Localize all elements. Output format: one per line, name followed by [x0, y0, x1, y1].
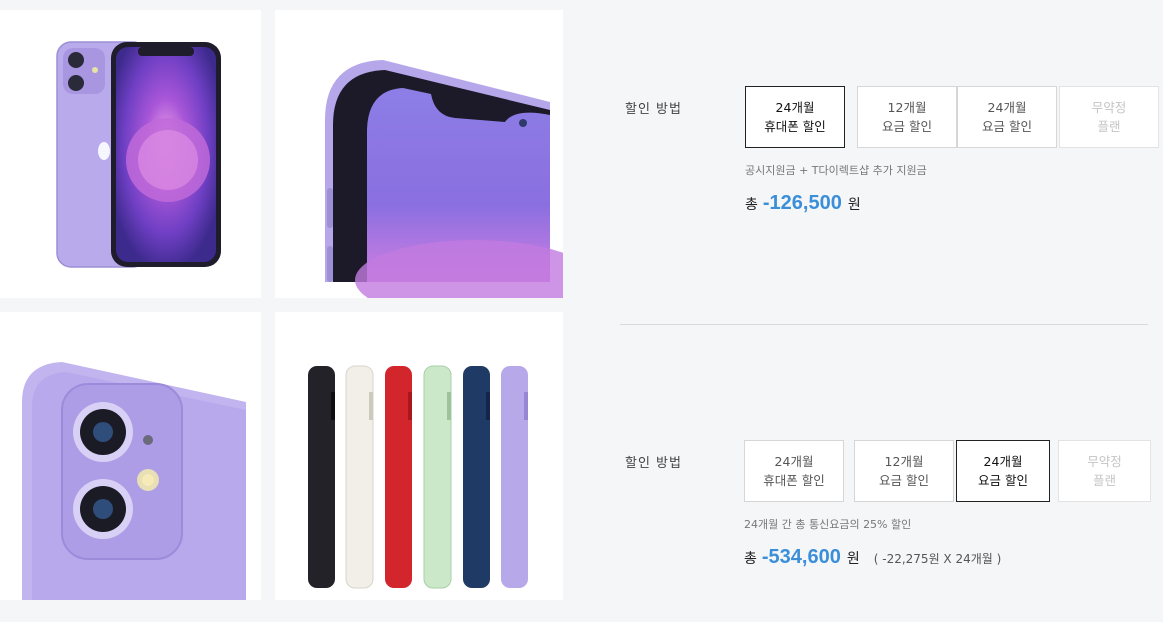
iphone-front-back-illustration: [56, 41, 221, 268]
phone-black: [308, 366, 335, 588]
total-prefix: 총: [744, 551, 757, 567]
option-line1: 24개월: [775, 100, 815, 115]
option-no-contract-plan[interactable]: 무약정 플랜: [1058, 440, 1151, 502]
option-line2: 요금 할인: [879, 473, 929, 488]
option-no-contract-plan[interactable]: 무약정 플랜: [1059, 86, 1159, 148]
option-line1: 12개월: [887, 100, 927, 115]
total-discount: 총 -534,600 원 ( -22,275원 X 24개월 ): [744, 546, 1001, 569]
total-unit: 원: [847, 197, 861, 213]
option-line1: 무약정: [1087, 454, 1122, 469]
phone-red: [385, 366, 412, 588]
section-divider: [620, 324, 1148, 325]
discount-method-label: 할인 방법: [625, 102, 682, 117]
option-24m-plan-discount[interactable]: 24개월 요금 할인: [957, 86, 1057, 148]
iphone-camera-closeup-image[interactable]: [0, 312, 261, 600]
iphone-front-back-image[interactable]: [0, 10, 261, 298]
discount-panel: 할인 방법 24개월 휴대폰 할인 12개월 요금 할인 24개월 요금 할인 …: [620, 0, 1163, 622]
option-line2: 휴대폰 할인: [764, 119, 826, 134]
total-unit: 원: [846, 551, 860, 567]
option-12m-plan-discount[interactable]: 12개월 요금 할인: [854, 440, 954, 502]
iphone-color-lineup-illustration: [308, 365, 528, 589]
total-amount: -534,600: [761, 546, 841, 568]
monthly-breakdown: ( -22,275원 X 24개월 ): [873, 552, 1002, 566]
option-24m-plan-discount[interactable]: 24개월 요금 할인: [956, 440, 1050, 502]
discount-method-label: 할인 방법: [625, 456, 682, 471]
total-prefix: 총: [745, 197, 758, 213]
option-24m-device-discount[interactable]: 24개월 휴대폰 할인: [745, 86, 845, 148]
option-line1: 24개월: [987, 100, 1027, 115]
option-line2: 요금 할인: [982, 119, 1032, 134]
product-gallery: [0, 0, 570, 622]
option-12m-plan-discount[interactable]: 12개월 요금 할인: [857, 86, 957, 148]
option-line2: 플랜: [1097, 119, 1121, 134]
iphone-color-lineup-image[interactable]: [275, 312, 563, 600]
iphone-camera-closeup-illustration: [22, 362, 246, 600]
total-amount: -126,500: [762, 192, 842, 214]
phone-green: [423, 365, 452, 589]
phone-purple: [501, 366, 528, 588]
phone-white: [345, 365, 374, 589]
option-24m-device-discount[interactable]: 24개월 휴대폰 할인: [744, 440, 844, 502]
iphone-side-closeup-image[interactable]: [275, 10, 563, 298]
option-line1: 12개월: [884, 454, 924, 469]
option-line1: 24개월: [983, 454, 1023, 469]
iphone-side-closeup-illustration: [325, 60, 563, 298]
total-discount: 총 -126,500 원: [745, 192, 861, 215]
option-line2: 휴대폰 할인: [763, 473, 825, 488]
option-line1: 24개월: [774, 454, 814, 469]
phone-blue: [463, 366, 490, 588]
option-line1: 무약정: [1091, 100, 1127, 115]
option-line2: 요금 할인: [882, 119, 932, 134]
option-line2: 요금 할인: [978, 473, 1028, 488]
option-line2: 플랜: [1092, 473, 1116, 488]
discount-note: 24개월 간 총 통신요금의 25% 할인: [744, 518, 912, 531]
discount-note: 공시지원금 + T다이렉트샵 추가 지원금: [745, 164, 927, 177]
